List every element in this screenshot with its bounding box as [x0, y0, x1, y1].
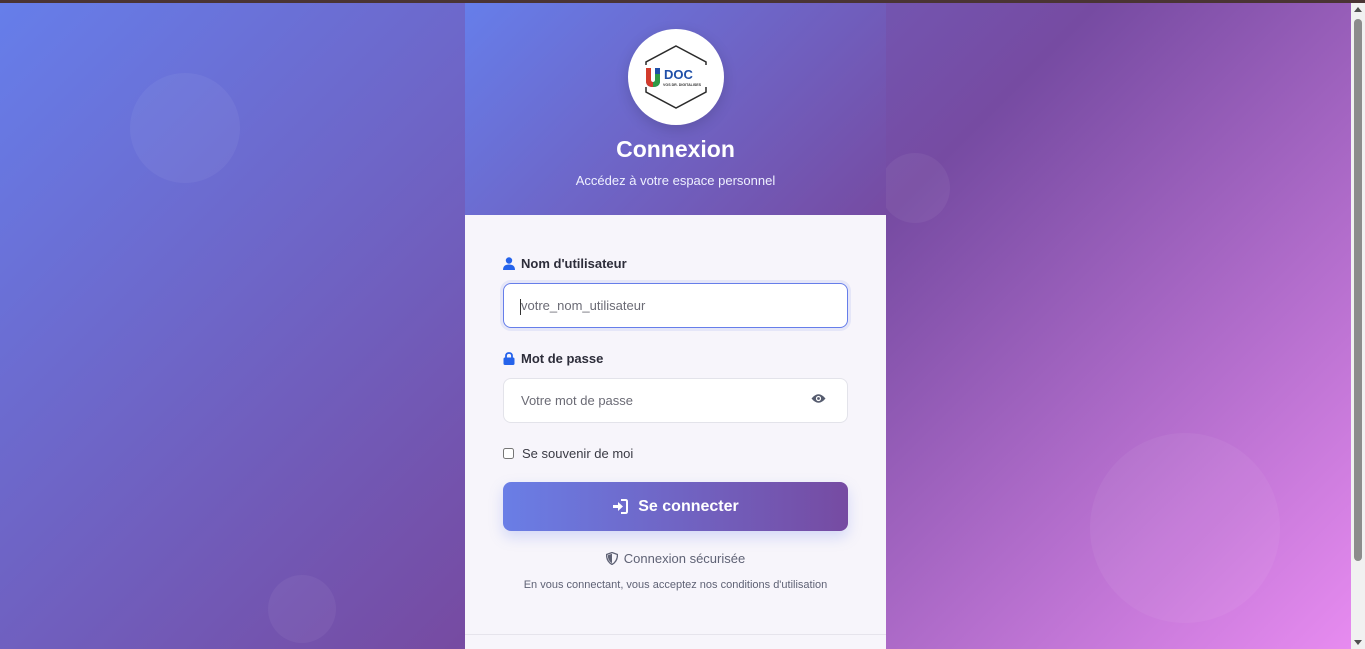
- toggle-password-visibility-icon[interactable]: [811, 391, 826, 409]
- password-label-text: Mot de passe: [521, 351, 604, 366]
- secure-connection-note: Connexion sécurisée: [465, 551, 886, 566]
- logo-icon: DOC VOS DR. DIGITALISES: [643, 45, 709, 109]
- background-bubble: [1090, 433, 1280, 623]
- card-footer-divider: [465, 634, 886, 635]
- brand-logo: DOC VOS DR. DIGITALISES: [628, 29, 724, 125]
- remember-me-label[interactable]: Se souvenir de moi: [522, 446, 633, 461]
- scrollbar-thumb[interactable]: [1354, 19, 1362, 561]
- password-input[interactable]: [503, 378, 848, 423]
- secure-connection-text: Connexion sécurisée: [623, 551, 746, 566]
- login-card: DOC VOS DR. DIGITALISES Connexion Accéde…: [465, 3, 886, 649]
- background-bubble: [268, 575, 336, 643]
- password-label: Mot de passe: [503, 351, 603, 366]
- scroll-up-arrow-icon[interactable]: [1354, 7, 1362, 12]
- text-caret: [520, 299, 521, 315]
- scroll-down-arrow-icon[interactable]: [1354, 640, 1362, 645]
- username-label: Nom d'utilisateur: [503, 256, 627, 271]
- terms-notice: En vous connectant, vous acceptez nos co…: [523, 579, 828, 591]
- page-subtitle: Accédez à votre espace personnel: [575, 173, 776, 188]
- shield-icon: [605, 552, 618, 565]
- remember-me-row: Se souvenir de moi: [503, 446, 633, 461]
- logo-tagline: VOS DR. DIGITALISES: [663, 83, 702, 87]
- vertical-scrollbar[interactable]: [1351, 3, 1365, 649]
- page-title: Connexion: [616, 136, 735, 162]
- login-button-label: Se connecter: [638, 497, 739, 515]
- login-button[interactable]: Se connecter: [503, 482, 848, 531]
- remember-me-checkbox[interactable]: [503, 448, 514, 459]
- logo-wordmark: DOC: [664, 67, 694, 82]
- background-bubble: [130, 73, 240, 183]
- lock-icon: [503, 352, 515, 365]
- sign-in-icon: [613, 499, 629, 514]
- username-input[interactable]: [503, 283, 848, 328]
- username-label-text: Nom d'utilisateur: [521, 256, 627, 271]
- user-icon: [503, 257, 515, 270]
- background-bubble: [880, 153, 950, 223]
